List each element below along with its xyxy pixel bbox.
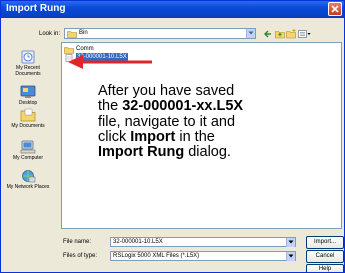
file-name-dropdown-button[interactable] [286,238,295,247]
network-places-icon [22,170,36,183]
place-label: My Computer [12,155,43,161]
desktop-icon [20,85,36,98]
import-rung-dialog: Import Rung Look in: Bin My Recent Docum… [0,0,345,273]
place-my-computer[interactable]: My Computer [4,140,52,161]
place-label: My Network Places [6,184,50,190]
instruction-import-word: Import [130,128,176,145]
help-button[interactable]: Help [306,264,344,272]
recent-documents-icon [21,50,35,64]
views-menu-icon[interactable] [298,29,311,39]
instruction-line: Import Rung dialog. [98,145,338,160]
new-folder-icon[interactable] [286,29,296,39]
instruction-line: click Import in the [98,128,338,145]
my-computer-icon [20,140,36,154]
place-label: My Documents [11,123,45,129]
file-type-select[interactable]: RSLogix 5000 XML Files (*.L5X) [110,251,296,261]
file-name-value: 32-000001-10.L5X [113,239,163,245]
instruction-dialog-name: Import Rung [98,144,185,161]
place-desktop[interactable]: Desktop [4,85,52,106]
place-label: My Recent Documents [15,65,41,77]
my-documents-icon [20,108,36,122]
instruction-text: in the [175,128,215,145]
callout-arrow [68,55,152,69]
file-type-label: Files of type: [63,253,98,259]
window-title: Import Rung [6,3,66,14]
look-in-dropdown-button[interactable] [246,29,255,38]
instruction-callout: After you have saved the 32-000001-xx.L5… [98,83,338,160]
instruction-text: the [98,98,123,115]
close-icon [331,5,339,13]
chevron-down-icon [248,31,254,35]
file-name-field[interactable]: 32-000001-10.L5X [110,237,296,247]
back-arrow-icon[interactable] [263,29,273,39]
places-bar: My Recent Documents Desktop My Documents… [4,45,52,215]
look-in-label: Look in: [39,31,61,37]
place-my-documents[interactable]: My Documents [4,108,52,129]
place-label: Desktop [18,100,38,106]
instruction-text: click [98,128,131,145]
look-in-dropdown[interactable]: Bin [64,28,256,39]
folder-icon [67,31,77,38]
file-name-label: File name: [63,239,92,245]
cancel-button[interactable]: Cancel [306,250,344,263]
file-type-value: RSLogix 5000 XML Files (*.L5X) [113,253,200,259]
instruction-line: After you have saved [98,83,235,99]
up-folder-icon[interactable] [275,29,285,39]
instruction-line: the 32-000001-xx.L5X [98,99,338,114]
close-button[interactable] [328,2,342,16]
instruction-line: file, navigate to it and [98,113,236,130]
title-bar[interactable]: Import Rung [1,1,344,18]
file-type-dropdown-button[interactable] [286,252,295,261]
chevron-down-icon [288,240,294,244]
instruction-text: dialog. [184,144,231,161]
place-my-network-places[interactable]: My Network Places [4,169,52,190]
chevron-down-icon [288,254,294,258]
import-button[interactable]: Import... [306,236,344,249]
place-my-recent-documents[interactable]: My Recent Documents [4,50,52,77]
look-in-value: Bin [79,30,88,36]
instruction-filename: 32-000001-xx.L5X [122,98,244,115]
